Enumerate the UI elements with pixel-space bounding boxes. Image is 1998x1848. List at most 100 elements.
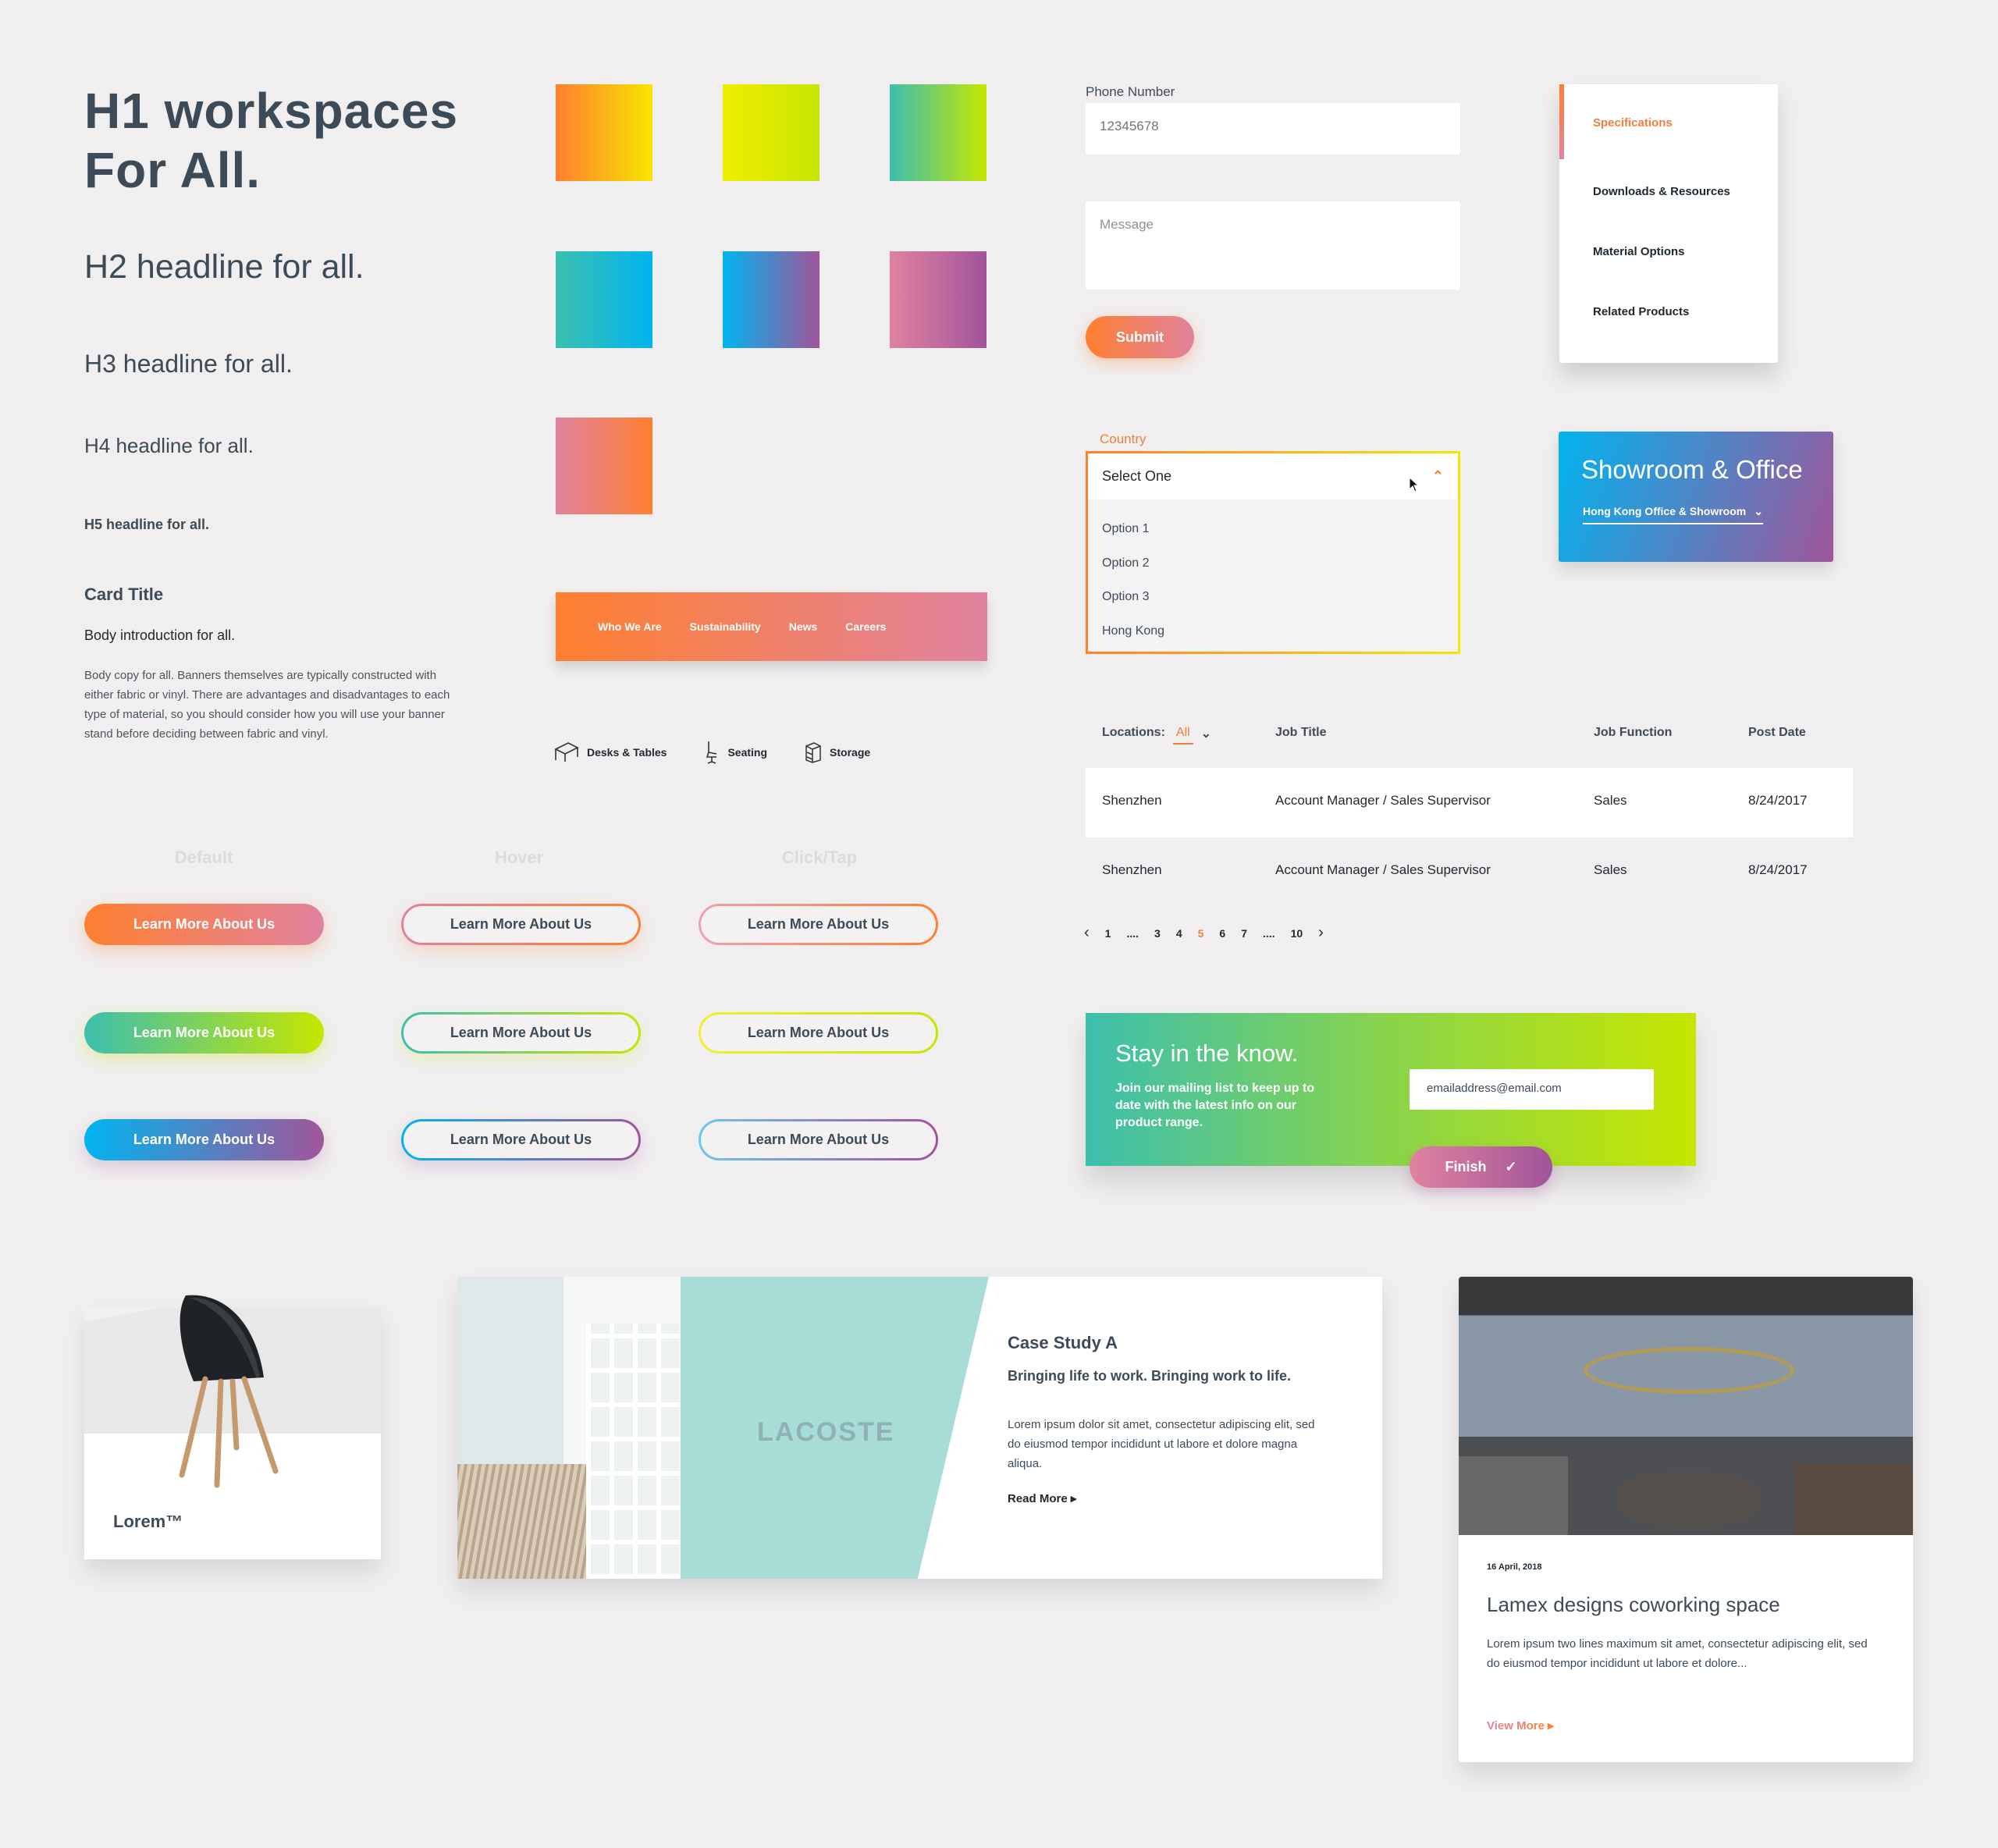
view-more-link[interactable]: View More ▸ xyxy=(1487,1718,1554,1732)
state-label-hover: Hover xyxy=(494,848,544,867)
pagination: ‹ 1 .... 3 4 5 6 7 .... 10 › xyxy=(1084,924,1324,942)
chair-icon xyxy=(706,741,717,764)
learn-more-button-orange-click[interactable]: Learn More About Us xyxy=(699,904,938,945)
phone-label: Phone Number xyxy=(1086,84,1175,99)
column-header-job-function: Job Function xyxy=(1594,726,1673,739)
phone-input[interactable]: 12345678 xyxy=(1086,103,1460,155)
lacoste-logo: LACOSTE xyxy=(757,1417,895,1447)
chevron-down-icon: ⌄ xyxy=(1200,727,1212,741)
case-study-body: Lorem ipsum dolor sit amet, consectetur … xyxy=(1008,1418,1315,1470)
h5-sample: H5 headline for all. xyxy=(84,517,210,532)
article-title: Lamex designs coworking space xyxy=(1487,1593,1780,1616)
read-more-link[interactable]: Read More ▸ xyxy=(1008,1491,1076,1505)
bench xyxy=(1794,1464,1913,1535)
tab-material-options[interactable]: Material Options xyxy=(1593,245,1685,258)
swatch-cyan-purple xyxy=(723,251,819,348)
showroom-card: Showroom & Office Hong Kong Office & Sho… xyxy=(1559,432,1833,562)
select-option[interactable]: Option 3 xyxy=(1102,580,1444,614)
article-date: 16 April, 2018 xyxy=(1487,1562,1542,1572)
cabinet-icon xyxy=(805,742,821,763)
desk-icon xyxy=(554,742,579,762)
planter xyxy=(1619,1472,1759,1526)
select-option[interactable]: Option 1 xyxy=(1102,512,1444,546)
select-option[interactable]: Option 2 xyxy=(1102,546,1444,581)
country-select[interactable]: Select One ⌃ Option 1 Option 2 Option 3 … xyxy=(1086,451,1460,654)
state-label-default: Default xyxy=(174,848,233,867)
finish-button[interactable]: Finish ✓ xyxy=(1410,1146,1552,1188)
mouse-cursor-icon xyxy=(1409,477,1420,492)
learn-more-button-blue-hover[interactable]: Learn More About Us xyxy=(401,1119,641,1160)
showroom-title: Showroom & Office xyxy=(1581,455,1803,484)
nav-item-news[interactable]: News xyxy=(789,620,818,633)
checkmark-icon: ✓ xyxy=(1505,1159,1517,1175)
counter xyxy=(1459,1456,1568,1535)
select-options: Option 1 Option 2 Option 3 Hong Kong xyxy=(1088,499,1458,660)
column-header-post-date: Post Date xyxy=(1748,726,1806,739)
coworking-photo xyxy=(1459,1277,1913,1535)
gradient-nav-bar: Who We Are Sustainability News Careers xyxy=(556,592,987,661)
country-label: Country xyxy=(1100,432,1147,446)
card-title: Card Title xyxy=(84,585,164,604)
swatch-yellow-lime xyxy=(723,84,819,181)
tab-specifications[interactable]: Specifications xyxy=(1593,116,1673,130)
tab-downloads[interactable]: Downloads & Resources xyxy=(1593,185,1730,198)
email-input[interactable]: emailaddress@email.com xyxy=(1410,1069,1654,1110)
shelving xyxy=(586,1324,680,1579)
submit-button[interactable]: Submit xyxy=(1086,316,1194,358)
swatch-teal-cyan xyxy=(556,251,652,348)
learn-more-button-orange-default[interactable]: Learn More About Us xyxy=(84,904,324,945)
learn-more-button-blue-click[interactable]: Learn More About Us xyxy=(699,1119,938,1160)
h3-sample: H3 headline for all. xyxy=(84,350,293,378)
swatch-orange-yellow xyxy=(556,84,652,181)
swatch-pink-purple xyxy=(890,251,987,348)
locations-value: All xyxy=(1172,726,1193,745)
chevron-right-icon[interactable]: › xyxy=(1318,924,1324,942)
body-intro: Body introduction for all. xyxy=(84,627,236,643)
h1-sample: H1 workspaces For All. xyxy=(84,83,459,198)
category-storage[interactable]: Storage xyxy=(805,741,870,763)
locations-filter[interactable]: Locations: All ⌄ xyxy=(1102,726,1211,745)
article-body: Lorem ipsum two lines maximum sit amet, … xyxy=(1487,1637,1868,1670)
message-textarea[interactable]: Message xyxy=(1086,201,1460,290)
table-row[interactable]: Shenzhen Account Manager / Sales Supervi… xyxy=(1086,837,1853,907)
case-study-title: Case Study A xyxy=(1008,1333,1118,1352)
category-desks[interactable]: Desks & Tables xyxy=(554,741,667,763)
state-label-click: Click/Tap xyxy=(781,848,858,867)
select-header[interactable]: Select One ⌃ xyxy=(1088,453,1458,499)
category-seating[interactable]: Seating xyxy=(704,740,767,765)
select-option[interactable]: Hong Kong xyxy=(1102,614,1444,649)
vertical-tabs: Specifications Downloads & Resources Mat… xyxy=(1559,84,1778,363)
chair-image xyxy=(179,1295,279,1488)
caret-right-icon: ▸ xyxy=(1548,1719,1554,1732)
tab-related-products[interactable]: Related Products xyxy=(1593,305,1689,318)
category-links: Desks & Tables Seating Storage xyxy=(554,740,870,765)
learn-more-button-green-default[interactable]: Learn More About Us xyxy=(84,1012,324,1054)
chevron-down-icon: ⌄ xyxy=(1754,505,1763,517)
caret-right-icon: ▸ xyxy=(1070,1492,1077,1505)
learn-more-button-green-click[interactable]: Learn More About Us xyxy=(699,1012,938,1054)
newsletter-banner: Stay in the know. Join our mailing list … xyxy=(1086,1013,1696,1188)
case-study-card[interactable]: LACOSTE Case Study A Bringing life to wo… xyxy=(457,1277,1382,1579)
nav-item-who-we-are[interactable]: Who We Are xyxy=(598,620,662,633)
learn-more-button-green-hover[interactable]: Learn More About Us xyxy=(401,1012,641,1054)
nav-item-sustainability[interactable]: Sustainability xyxy=(690,620,761,633)
current-page[interactable]: 5 xyxy=(1198,927,1204,940)
ring-chandelier xyxy=(1584,1347,1794,1394)
nav-item-careers[interactable]: Careers xyxy=(845,620,886,633)
case-study-tagline: Bringing life to work. Bringing work to … xyxy=(1008,1368,1291,1384)
article-card[interactable]: 16 April, 2018 Lamex designs coworking s… xyxy=(1459,1277,1913,1762)
body-copy: Body copy for all. Banners themselves ar… xyxy=(84,669,450,741)
office-photo: LACOSTE xyxy=(457,1277,989,1579)
table-row[interactable]: Shenzhen Account Manager / Sales Supervi… xyxy=(1086,768,1853,837)
newsletter-text: Join our mailing list to keep up to date… xyxy=(1115,1082,1315,1129)
product-card[interactable]: Lorem™ xyxy=(84,1295,381,1559)
swatch-teal-lime xyxy=(890,84,987,181)
h2-sample: H2 headline for all. xyxy=(84,248,364,286)
office-selector[interactable]: Hong Kong Office & Showroom ⌄ xyxy=(1583,505,1763,524)
chevron-left-icon[interactable]: ‹ xyxy=(1084,924,1090,942)
chevron-up-icon: ⌃ xyxy=(1431,468,1444,484)
active-tab-indicator xyxy=(1559,84,1564,159)
learn-more-button-orange-hover[interactable]: Learn More About Us xyxy=(401,904,641,945)
h4-sample: H4 headline for all. xyxy=(84,434,254,457)
learn-more-button-blue-default[interactable]: Learn More About Us xyxy=(84,1119,324,1160)
